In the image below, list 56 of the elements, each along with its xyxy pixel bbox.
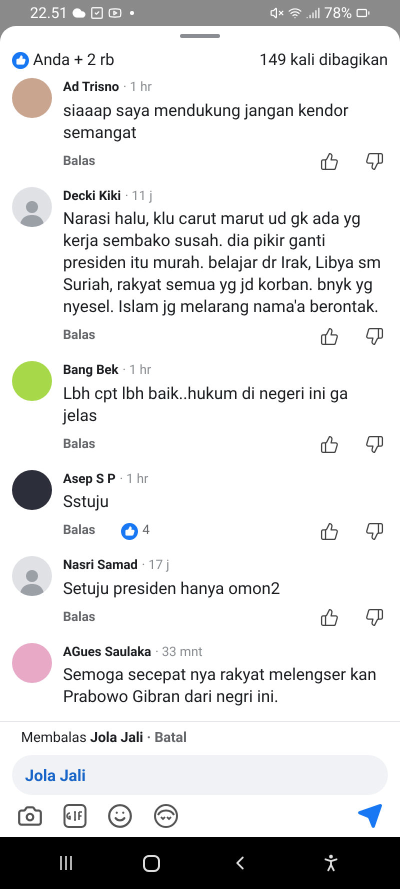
recent-apps-icon[interactable] <box>58 855 74 871</box>
reply-link[interactable]: Balas <box>63 521 96 541</box>
like-reaction-icon <box>12 52 29 68</box>
comment-text: siaaap saya mendukung jangan kendor semangat <box>63 100 350 144</box>
comment-time: · 1 hr <box>122 362 152 380</box>
comment-time: · 11 j <box>124 188 153 206</box>
thumbs-up-icon[interactable] <box>320 152 339 171</box>
thumbs-up-icon[interactable] <box>320 522 339 540</box>
comment-time: · 1 hr <box>120 470 148 488</box>
thumbs-up-icon[interactable] <box>320 435 339 454</box>
reaction-summary[interactable]: Anda + 2 rb <box>33 48 114 72</box>
like-count[interactable]: 4 <box>142 521 150 541</box>
send-icon[interactable] <box>357 803 383 829</box>
mute-icon <box>270 6 284 20</box>
comment-author[interactable]: AGues Saulaka <box>63 642 152 662</box>
comment-text: Sstuju <box>63 492 110 514</box>
avatar-sticker-icon[interactable] <box>153 803 179 829</box>
cloud-icon <box>72 6 86 20</box>
clock: 22.51 <box>30 2 68 24</box>
reply-link[interactable]: Balas <box>63 152 96 172</box>
comment-time: · 1 hr <box>123 79 152 97</box>
signal-icon <box>306 6 320 20</box>
checkbox-icon <box>90 6 104 20</box>
home-icon[interactable] <box>143 854 160 872</box>
video-icon <box>108 6 122 20</box>
comment-text: Lbh cpt lbh baik..hukum di negeri ini ga jelas <box>63 384 350 428</box>
thumbs-up-icon[interactable] <box>320 608 339 627</box>
comment-input-field[interactable]: Jola Jali <box>12 755 388 795</box>
comment-author[interactable]: Decki Kiki <box>63 186 121 206</box>
thumbs-down-icon[interactable] <box>365 608 384 627</box>
comment-author[interactable]: Ad Trisno <box>63 78 120 98</box>
comment-text: Narasi halu, klu carut marut ud gk ada yg kerja sembako susah. dia pikir ganti presiden itu murah. belajar dr Irak, Libya sm Suriah, rakyat semua yg jd korban. bnyk yg nyesel. Islam jg melarang nama'a berontak. <box>63 209 382 319</box>
thumbs-down-icon[interactable] <box>365 522 384 540</box>
drag-handle[interactable] <box>180 34 220 38</box>
comment-text: Setuju presiden hanya omon2 <box>63 578 282 600</box>
battery-level: 78% <box>324 2 352 24</box>
comment-time: · 17 j <box>142 557 170 575</box>
comment-text: Semoga secepat nya rakyat melengser kan Prabowo Gibran dari negri ini. <box>63 665 378 709</box>
wifi-icon <box>288 6 302 20</box>
smiley-icon[interactable] <box>107 803 133 829</box>
like-reaction-icon <box>121 522 138 540</box>
gif-icon[interactable] <box>63 803 87 829</box>
comment-author[interactable]: Asep S P <box>63 470 116 489</box>
thumbs-down-icon[interactable] <box>365 152 384 171</box>
replying-to-label: Membalas Jola Jali · Batal <box>20 729 188 748</box>
comment-time: · 33 mnt <box>155 644 203 662</box>
reply-link[interactable]: Balas <box>63 608 96 628</box>
reply-link[interactable]: Balas <box>63 434 96 454</box>
thumbs-down-icon[interactable] <box>365 435 384 454</box>
comment-author[interactable]: Nasri Samad <box>63 556 138 576</box>
reply-link[interactable]: Balas <box>63 326 96 346</box>
share-count[interactable]: 149 kali dibagikan <box>259 48 388 72</box>
thumbs-up-icon[interactable] <box>320 326 339 346</box>
comment-author[interactable]: Bang Bek <box>63 361 118 380</box>
battery-icon <box>356 6 370 20</box>
thumbs-down-icon[interactable] <box>365 326 384 346</box>
